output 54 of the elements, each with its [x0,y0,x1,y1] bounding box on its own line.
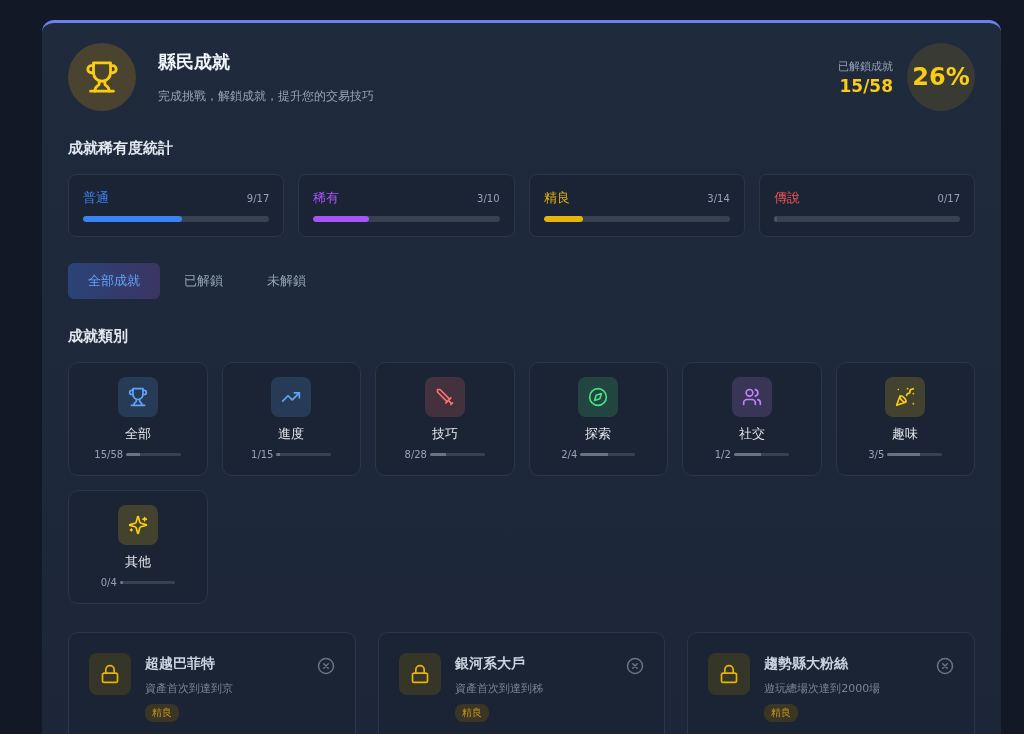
category-label: 探索 [585,425,612,443]
lock-icon [398,653,441,695]
rarity-label: 精良 [543,189,570,207]
category-count: 3/5 [868,449,885,460]
category-label: 進度 [278,425,305,443]
filter-tab[interactable]: 全部成就 [68,263,160,299]
category-count: 0/4 [100,577,117,588]
category-card[interactable]: 其他 0/4 [68,490,208,604]
unlocked-label: 已解鎖成就 [838,58,893,74]
achievement-title: 趨勢縣大粉絲 [764,655,850,673]
lock-icon [708,653,751,695]
rarity-count: 0/17 [937,192,960,204]
category-card[interactable]: 技巧 8/28 [375,362,515,476]
section-title: 成就稀有度統計 [68,139,174,158]
filter-tab[interactable]: 已解鎖 [164,263,243,299]
achievement-description: 資產首次到達到京 [145,681,234,696]
rarity-tag: 精良 [145,704,179,722]
category-count: 1/15 [251,449,274,460]
category-card[interactable]: 社交 1/2 [682,362,822,476]
section-title: 成就類別 [68,327,129,346]
unlocked-count: 15/58 [838,75,893,96]
category-card[interactable]: 探索 2/4 [528,362,668,476]
rarity-label: 稀有 [313,189,340,207]
x-circle-icon [626,657,645,675]
category-label: 全部 [124,425,151,443]
category-card[interactable]: 全部 15/58 [68,362,208,476]
x-circle-icon [936,657,954,675]
percent-badge: 26% [907,43,975,111]
rarity-count: 9/17 [246,192,270,204]
achievement-title: 銀河系大戶 [454,655,526,673]
achievement-description: 資產首次到達到秭 [454,681,544,696]
page-title: 縣民成就 [158,49,231,74]
category-card[interactable]: 趣味 3/5 [835,362,975,476]
category-count: 15/58 [94,449,124,460]
lock-icon [89,653,131,695]
filter-tab[interactable]: 未解鎖 [247,263,326,299]
rarity-label: 普通 [83,189,109,207]
category-label: 社交 [738,425,765,443]
category-count: 8/28 [404,449,427,460]
rarity-tag: 精良 [764,704,799,722]
category-label: 其他 [124,553,151,571]
rarity-label: 傳說 [773,189,800,207]
page-subtitle: 完成挑戰，解鎖成就，提升您的交易技巧 [158,87,375,105]
category-label: 趣味 [892,425,919,443]
category-count: 2/4 [561,449,578,460]
category-count: 1/2 [714,449,731,460]
achievement-title: 超越巴菲特 [145,655,216,673]
rarity-tag: 精良 [454,704,489,722]
category-card[interactable]: 進度 1/15 [221,362,361,476]
rarity-count: 3/10 [477,192,500,204]
achievement-description: 遊玩總場次達到2000場 [764,681,882,696]
category-label: 技巧 [431,425,458,443]
x-circle-icon [316,657,335,675]
rarity-count: 3/14 [707,192,730,204]
